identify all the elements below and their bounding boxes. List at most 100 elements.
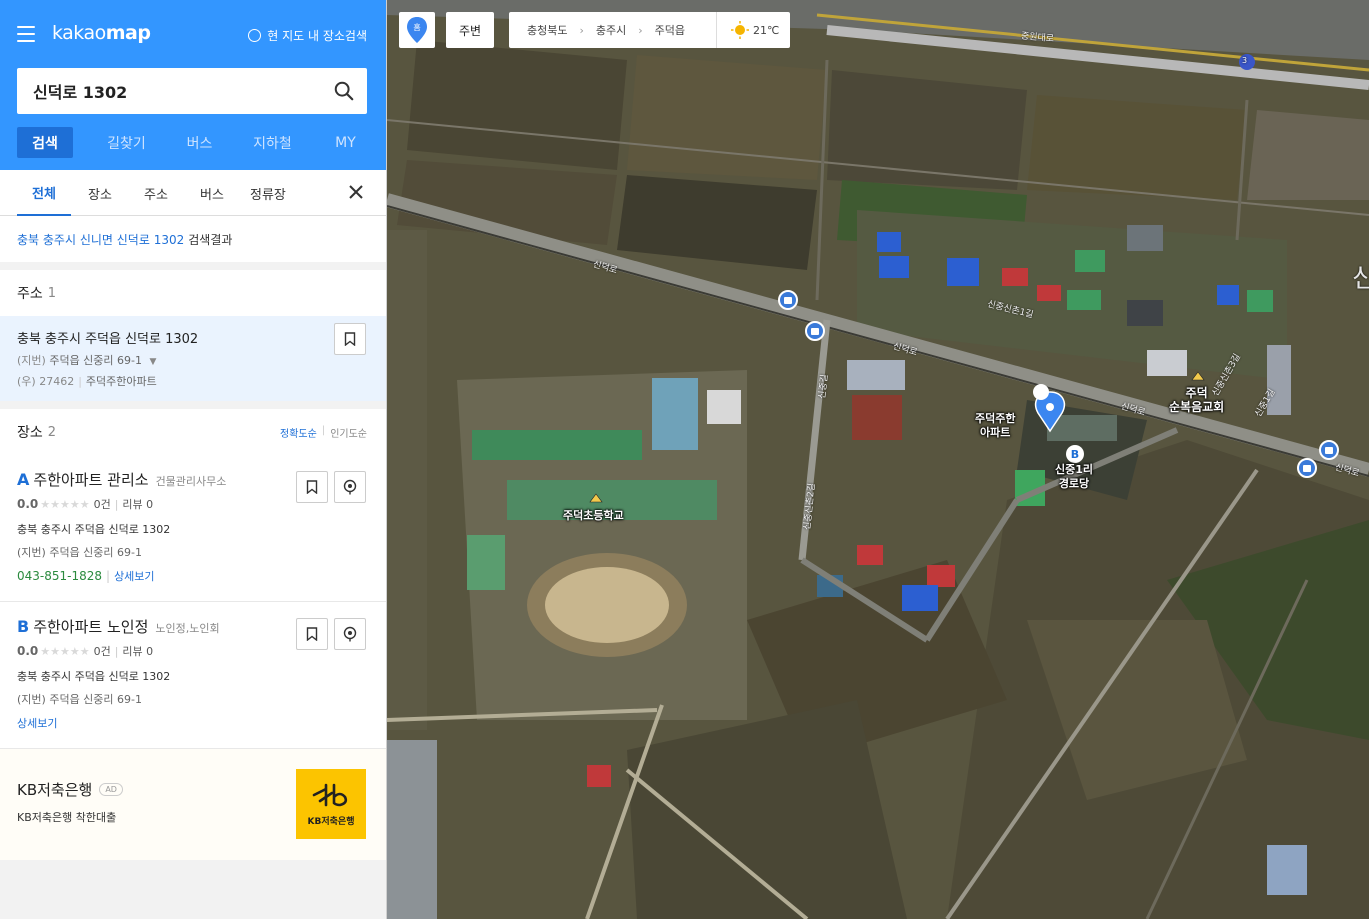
address-section-title: 주소	[17, 286, 43, 302]
label-apartment[interactable]: 주덕주한 아파트	[975, 412, 1015, 440]
sort-accuracy[interactable]: 정확도순	[280, 425, 317, 440]
weather[interactable]: 21℃	[731, 21, 779, 39]
temperature: 21℃	[753, 23, 780, 37]
address-section: 주소 1 충북 충주시 주덕읍 신덕로 1302 (지번) 주덕읍 신중리 69…	[0, 270, 386, 401]
place-marker: B	[17, 617, 30, 636]
bookmark-icon	[306, 627, 318, 641]
building-name: 주덕주한아파트	[85, 375, 157, 388]
address-result-item[interactable]: 충북 충주시 주덕읍 신덕로 1302 (지번) 주덕읍 신중리 69-1 ▼ …	[0, 316, 386, 401]
place-name[interactable]: 주한아파트 관리소	[33, 469, 148, 490]
place-section-header: 장소 2 정확도순 | 인기도순	[0, 409, 386, 455]
tab-stops[interactable]: 정류장	[250, 170, 286, 216]
radio-circle-icon	[248, 29, 262, 42]
nav-my[interactable]: MY	[309, 127, 382, 158]
map-view[interactable]: B 홈 주변 충청북도 › 충주시 › 주덕읍 21℃ 주덕초등학교 주덕주한 …	[387, 0, 1369, 919]
sort-popular[interactable]: 인기도순	[330, 425, 367, 440]
place-item-a[interactable]: A 주한아파트 관리소 건물관리사무소 0.0 ★★★★★ 0건 | 리뷰 0 충북…	[0, 455, 386, 602]
tab-address[interactable]: 주소	[144, 170, 168, 216]
sidebar-header: kakaomap 현 지도 내 장소검색 검색 길찾기 버스 지하철 MY	[0, 0, 386, 170]
breadcrumb-province[interactable]: 충청북도	[527, 22, 567, 38]
bookmark-button[interactable]	[296, 471, 328, 503]
label-senior-center[interactable]: 신중1리 경로당	[1055, 463, 1093, 491]
address-main[interactable]: 충북 충주시 주덕읍 신덕로 1302	[17, 328, 369, 347]
address-section-header: 주소 1	[0, 270, 386, 316]
map-area-search-label: 현 지도 내 장소검색	[267, 29, 367, 43]
address-jibun-row: (지번) 주덕읍 신중리 69-1 ▼	[17, 352, 369, 368]
result-query[interactable]: 충북 충주시 신니면 신덕로 1302	[17, 231, 184, 248]
bus-stop-icon[interactable]	[778, 290, 798, 310]
nav-subway[interactable]: 지하철	[236, 127, 309, 158]
nearby-button[interactable]: 주변	[446, 12, 494, 48]
tab-places[interactable]: 장소	[88, 170, 112, 216]
home-pin-icon: 홈	[407, 17, 427, 43]
close-icon[interactable]	[348, 184, 364, 200]
sidebar: kakaomap 현 지도 내 장소검색 검색 길찾기 버스 지하철 MY 전체…	[0, 0, 387, 919]
app-root: kakaomap 현 지도 내 장소검색 검색 길찾기 버스 지하철 MY 전체…	[0, 0, 1369, 919]
logo[interactable]: kakaomap	[52, 22, 151, 44]
expand-caret-icon[interactable]: ▼	[150, 357, 157, 367]
search-icon[interactable]	[333, 80, 355, 102]
place-phone[interactable]: 043-851-1828	[17, 569, 102, 583]
place-section-title: 장소	[17, 425, 43, 441]
my-location-button[interactable]: 홈	[399, 12, 435, 48]
place-category: 건물관리사무소	[155, 475, 227, 488]
route-button[interactable]	[334, 471, 366, 503]
location-pin-icon	[343, 626, 357, 642]
address-zip-row: (우) 27462 | 주덕주한아파트	[17, 375, 157, 388]
svg-text:B: B	[1071, 448, 1079, 461]
menu-icon[interactable]	[17, 26, 35, 42]
breadcrumb-city[interactable]: 충주시	[596, 22, 626, 38]
zip-code: (우) 27462	[17, 375, 75, 388]
jibun-value: 주덕읍 신중리 69-1	[49, 354, 143, 367]
bookmark-button[interactable]	[296, 618, 328, 650]
place-jibun: (지번) 주덕읍 신중리 69-1	[17, 544, 369, 560]
bus-stop-icon[interactable]	[1297, 458, 1317, 478]
place-category: 노인정,노인회	[155, 622, 220, 635]
kb-logo[interactable]: KB저축은행	[296, 769, 366, 839]
map-area-search-toggle[interactable]: 현 지도 내 장소검색	[248, 27, 367, 44]
chevron-right-icon: ›	[579, 23, 584, 37]
rating-count[interactable]: 0건	[94, 643, 111, 659]
place-name[interactable]: 주한아파트 노인정	[33, 616, 148, 637]
ad-banner[interactable]: KB저축은행 AD KB저축은행 착한대출 KB저축은행	[0, 749, 386, 860]
place-address: 충북 충주시 주덕읍 신덕로 1302	[17, 670, 171, 683]
ad-name[interactable]: KB저축은행	[17, 779, 92, 800]
review-count[interactable]: 리뷰 0	[122, 496, 153, 512]
location-pin-icon	[343, 479, 357, 495]
logo-text-bold: map	[105, 22, 151, 44]
rating-count[interactable]: 0건	[94, 496, 111, 512]
place-item-b[interactable]: B 주한아파트 노인정 노인정,노인회 0.0 ★★★★★ 0건 | 리뷰 0 충북…	[0, 602, 386, 749]
rating-score: 0.0	[17, 644, 39, 658]
nav-bus[interactable]: 버스	[163, 127, 236, 158]
breadcrumb-town[interactable]: 주덕읍	[655, 22, 685, 38]
search-input[interactable]	[17, 68, 317, 114]
tab-all[interactable]: 전체	[17, 170, 71, 216]
nav-search[interactable]: 검색	[17, 127, 73, 158]
detail-link[interactable]: 상세보기	[17, 717, 57, 730]
tab-bus[interactable]: 버스	[200, 170, 224, 216]
bus-stop-icon[interactable]	[805, 321, 825, 341]
kb-star-icon	[312, 783, 348, 807]
satellite-imagery[interactable]: B	[387, 0, 1369, 919]
rating-score: 0.0	[17, 497, 39, 511]
place-address: 충북 충주시 주덕읍 신덕로 1302	[17, 523, 171, 536]
ad-badge: AD	[99, 783, 123, 796]
detail-link[interactable]: 상세보기	[114, 570, 154, 583]
road-label-highway: 중원대로	[1020, 31, 1055, 45]
route-button[interactable]	[334, 618, 366, 650]
place-detail-row: 상세보기	[17, 715, 369, 731]
jibun-label: (지번)	[17, 546, 46, 559]
bookmark-button[interactable]	[334, 323, 366, 355]
bus-stop-icon[interactable]	[1319, 440, 1339, 460]
label-school[interactable]: 주덕초등학교	[563, 509, 624, 523]
place-section: 장소 2 정확도순 | 인기도순 A 주한아파트 관리소 건물관리사무소 0.0…	[0, 409, 386, 860]
rating-stars-icon: ★★★★★	[40, 644, 90, 658]
place-count: 2	[47, 424, 57, 440]
place-marker: A	[17, 470, 30, 489]
edge-region-label: 신	[1352, 264, 1369, 294]
top-nav: 검색 길찾기 버스 지하철 MY	[17, 127, 382, 158]
review-count[interactable]: 리뷰 0	[122, 643, 153, 659]
jibun-value: 주덕읍 신중리 69-1	[49, 546, 143, 559]
jibun-label: (지번)	[17, 354, 46, 367]
nav-directions[interactable]: 길찾기	[90, 127, 163, 158]
